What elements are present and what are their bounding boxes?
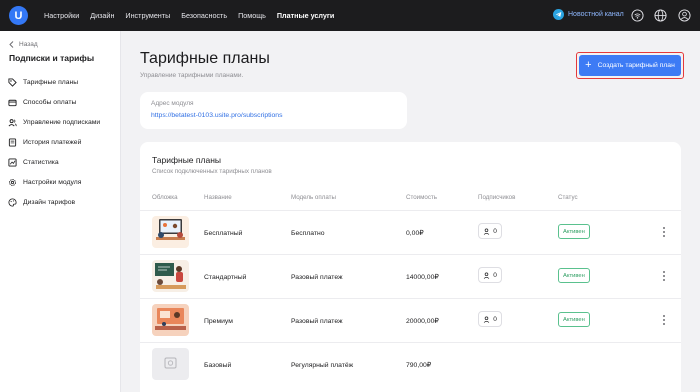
nav-item-tools[interactable]: Инструменты bbox=[125, 11, 170, 20]
sidebar-item-plans[interactable]: Тарифные планы bbox=[8, 72, 118, 92]
nav-item-help[interactable]: Помощь bbox=[238, 11, 266, 20]
column-header-name: Название bbox=[204, 194, 232, 201]
sidebar-item-label: Дизайн тарифов bbox=[23, 198, 76, 206]
plans-title: Тарифные планы bbox=[152, 155, 221, 165]
status-badge: Активен bbox=[558, 224, 590, 239]
plan-payment-model: Разовый платеж bbox=[291, 317, 343, 325]
plan-payment-model: Бесплатно bbox=[291, 229, 325, 237]
sidebar-item-module-settings[interactable]: Настройки модуля bbox=[8, 172, 118, 192]
subscribers-value: 0 bbox=[493, 315, 497, 323]
sidebar-item-payment-methods[interactable]: Способы оплаты bbox=[8, 92, 118, 112]
sidebar-item-label: Настройки модуля bbox=[23, 178, 82, 186]
column-header-cover: Обложка bbox=[152, 194, 178, 201]
tag-icon bbox=[8, 77, 17, 87]
subscribers-value: 0 bbox=[493, 271, 497, 279]
plan-name: Бесплатный bbox=[204, 229, 243, 237]
plan-cover-image bbox=[152, 348, 189, 380]
subscribers-value: 0 bbox=[493, 227, 497, 235]
receipt-icon bbox=[8, 137, 17, 147]
table-row[interactable]: Стандартный Разовый платеж 14000,00₽ 0 А… bbox=[140, 254, 681, 298]
account-icon[interactable] bbox=[678, 9, 691, 22]
wallet-icon bbox=[8, 99, 17, 106]
palette-icon bbox=[8, 197, 17, 207]
plan-price: 790,00₽ bbox=[406, 362, 432, 369]
table-row[interactable]: Бесплатный Бесплатно 0,00₽ 0 Активен bbox=[140, 210, 681, 254]
create-plan-label: Создать тарифный план bbox=[597, 62, 675, 69]
column-header-price: Стоимость bbox=[406, 194, 437, 201]
wifi-icon[interactable] bbox=[631, 9, 644, 22]
plan-name: Базовый bbox=[204, 361, 232, 369]
gear-icon bbox=[9, 178, 16, 186]
plan-price: 20000,00₽ bbox=[406, 318, 439, 325]
sidebar-title: Подписки и тарифы bbox=[9, 53, 95, 63]
nav-item-design[interactable]: Дизайн bbox=[90, 11, 114, 20]
sidebar-item-subscriptions[interactable]: Управление подписками bbox=[8, 112, 118, 132]
create-button-highlight: + Создать тарифный план bbox=[576, 52, 684, 79]
subscribers-count[interactable]: 0 bbox=[478, 267, 502, 283]
status-badge: Активен bbox=[558, 312, 590, 327]
plan-name: Стандартный bbox=[204, 273, 247, 281]
nav-item-security[interactable]: Безопасность bbox=[181, 11, 227, 20]
sidebar-item-label: История платежей bbox=[23, 138, 82, 146]
nav-item-settings[interactable]: Настройки bbox=[44, 11, 79, 20]
page-title: Тарифные планы bbox=[140, 50, 270, 67]
logo[interactable]: U bbox=[9, 6, 28, 25]
telegram-icon bbox=[553, 9, 564, 20]
sidebar-item-statistics[interactable]: Статистика bbox=[8, 152, 118, 172]
nav-item-paid-services[interactable]: Платные услуги bbox=[277, 11, 334, 20]
sidebar-menu: Тарифные планы Способы оплаты Управление… bbox=[8, 72, 118, 212]
sidebar-item-label: Управление подписками bbox=[23, 118, 101, 126]
news-channel-label: Новостной канал bbox=[568, 11, 624, 18]
globe-icon[interactable] bbox=[654, 9, 667, 22]
back-link[interactable]: Назад bbox=[9, 41, 38, 48]
back-label: Назад bbox=[19, 41, 38, 48]
create-plan-button[interactable]: + Создать тарифный план bbox=[579, 55, 681, 76]
plan-price: 14000,00₽ bbox=[406, 274, 439, 281]
table-row[interactable]: Базовый Регулярный платёж 790,00₽ bbox=[140, 342, 681, 386]
users-icon bbox=[8, 118, 17, 126]
sidebar-item-label: Способы оплаты bbox=[23, 98, 77, 106]
plan-cover-image bbox=[152, 216, 189, 248]
plan-payment-model: Регулярный платёж bbox=[291, 361, 354, 369]
plan-cover-image bbox=[152, 304, 189, 336]
plan-payment-model: Разовый платеж bbox=[291, 273, 343, 281]
subscribers-count[interactable]: 0 bbox=[478, 311, 502, 327]
user-icon bbox=[483, 272, 490, 279]
plans-subtitle: Список подключенных тарифных планов bbox=[152, 168, 272, 175]
plan-cover-image bbox=[152, 260, 189, 292]
table-row[interactable]: Премиум Разовый платеж 20000,00₽ 0 Актив… bbox=[140, 298, 681, 342]
placeholder-image-icon bbox=[164, 357, 177, 369]
plans-card: Тарифные планы Список подключенных тариф… bbox=[140, 142, 681, 392]
plus-icon: + bbox=[585, 59, 592, 71]
row-menu-icon[interactable] bbox=[660, 269, 668, 283]
sidebar-item-label: Тарифные планы bbox=[23, 78, 79, 86]
top-nav-menu: Настройки Дизайн Инструменты Безопасност… bbox=[44, 0, 334, 31]
top-navigation: U Настройки Дизайн Инструменты Безопасно… bbox=[0, 0, 700, 31]
status-badge: Активен bbox=[558, 268, 590, 283]
user-icon bbox=[483, 316, 490, 323]
sidebar: Назад Подписки и тарифы Тарифные планы С… bbox=[0, 31, 121, 392]
module-address-label: Адрес модуля bbox=[151, 100, 194, 107]
user-icon bbox=[483, 228, 490, 235]
plan-name: Премиум bbox=[204, 317, 233, 325]
row-menu-icon[interactable] bbox=[660, 313, 668, 327]
page-subtitle: Управление тарифными планами. bbox=[140, 72, 244, 79]
row-menu-icon[interactable] bbox=[660, 225, 668, 239]
column-header-status: Статус bbox=[558, 194, 578, 201]
module-address-link[interactable]: https://betatest-0103.usite.pro/subscrip… bbox=[151, 112, 396, 119]
subscribers-count[interactable]: 0 bbox=[478, 223, 502, 239]
news-channel-link[interactable]: Новостной канал bbox=[553, 9, 624, 20]
column-header-subscribers: Подписчиков bbox=[478, 194, 516, 201]
column-header-payment-model: Модель оплаты bbox=[291, 194, 336, 201]
sidebar-item-label: Статистика bbox=[23, 158, 59, 166]
chevron-left-icon bbox=[9, 41, 14, 48]
sidebar-item-plan-design[interactable]: Дизайн тарифов bbox=[8, 192, 118, 212]
module-address-card: Адрес модуля https://betatest-0103.usite… bbox=[140, 92, 407, 129]
sidebar-item-payment-history[interactable]: История платежей bbox=[8, 132, 118, 152]
chart-icon bbox=[8, 157, 17, 167]
plan-price: 0,00₽ bbox=[406, 230, 424, 237]
